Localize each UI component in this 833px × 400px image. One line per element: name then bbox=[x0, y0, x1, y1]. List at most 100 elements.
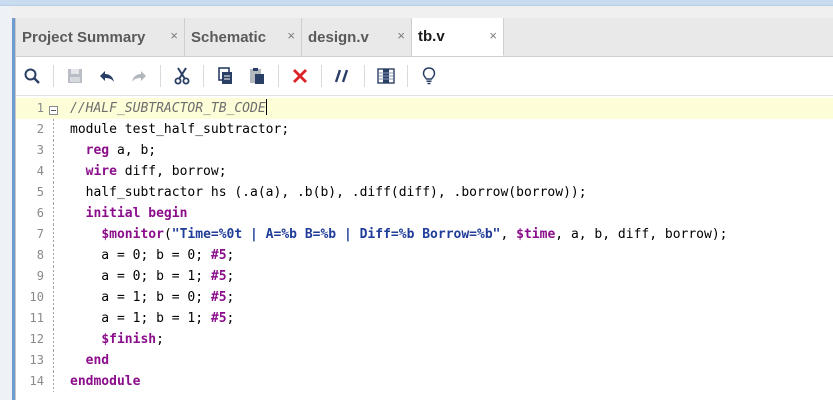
line-number: 10 bbox=[29, 290, 44, 304]
save-icon bbox=[68, 69, 82, 83]
tab-label: Project Summary bbox=[22, 28, 146, 46]
fold-guide bbox=[49, 350, 58, 371]
text-cursor bbox=[265, 99, 267, 115]
tab-schematic[interactable]: Schematic × bbox=[185, 18, 302, 56]
fold-guide bbox=[49, 203, 58, 224]
code-line[interactable]: 13 end bbox=[16, 350, 833, 371]
code-token: #5 bbox=[210, 269, 227, 284]
tab-tb-v[interactable]: tb.v × bbox=[412, 18, 504, 56]
line-number: 9 bbox=[36, 269, 44, 283]
fold-guide bbox=[49, 224, 58, 245]
toggle-comment-button[interactable] bbox=[330, 63, 356, 89]
code-text: $finish; bbox=[70, 329, 164, 350]
delete-button[interactable] bbox=[287, 63, 313, 89]
fold-guide bbox=[49, 266, 58, 287]
line-number: 2 bbox=[36, 122, 44, 136]
code-token: #5 bbox=[210, 311, 227, 326]
tab-design-v[interactable]: design.v × bbox=[302, 18, 412, 56]
fold-toggle-icon[interactable] bbox=[49, 102, 58, 115]
tab-label: Schematic bbox=[191, 28, 267, 46]
code-line[interactable]: 14 endmodule bbox=[16, 371, 833, 392]
code-token: end bbox=[85, 353, 110, 368]
comment-toggle-icon bbox=[334, 69, 349, 83]
line-number: 11 bbox=[29, 311, 44, 325]
line-number: 13 bbox=[29, 353, 44, 367]
copy-icon bbox=[218, 67, 232, 84]
code-token: endmodule bbox=[70, 374, 141, 389]
code-token: a, b; bbox=[109, 143, 157, 158]
tab-label: tb.v bbox=[418, 28, 445, 45]
close-icon[interactable]: × bbox=[397, 28, 405, 43]
code-line[interactable]: 9 a = 0; b = 1; #5; bbox=[16, 266, 833, 287]
code-text: //HALF_SUBTRACTOR_TB_CODE bbox=[70, 98, 267, 119]
code-token: , bbox=[500, 227, 517, 242]
code-line[interactable]: 5 half_subtractor hs (.a(a), .b(b), .dif… bbox=[16, 182, 833, 203]
line-number: 4 bbox=[36, 164, 44, 178]
line-number: 1 bbox=[36, 101, 44, 115]
code-token: $finish bbox=[101, 332, 157, 347]
code-token: ; bbox=[226, 311, 235, 326]
search-button[interactable] bbox=[19, 63, 45, 89]
code-line[interactable]: 6 initial begin bbox=[16, 203, 833, 224]
undo-button[interactable] bbox=[94, 63, 120, 89]
code-line[interactable]: 10 a = 1; b = 0; #5; bbox=[16, 287, 833, 308]
left-panel-rail bbox=[0, 6, 12, 400]
code-token: $monitor bbox=[101, 227, 164, 242]
paste-icon bbox=[250, 68, 264, 84]
toolbar-separator bbox=[160, 65, 161, 87]
code-line[interactable]: 4 wire diff, borrow; bbox=[16, 161, 833, 182]
code-line[interactable]: 2 module test_half_subtractor; bbox=[16, 119, 833, 140]
toolbar-separator bbox=[407, 65, 408, 87]
fold-guide bbox=[49, 119, 58, 140]
code-line[interactable]: 1 //HALF_SUBTRACTOR_TB_CODE bbox=[16, 98, 833, 119]
toolbar-separator bbox=[278, 65, 279, 87]
tab-bar: Project Summary × Schematic × design.v ×… bbox=[16, 18, 833, 57]
code-token: "Time=%0t | A=%b B=%b | Diff=%b Borrow=%… bbox=[171, 227, 501, 242]
editor-toolbar bbox=[16, 57, 833, 96]
fold-guide bbox=[49, 329, 58, 350]
code-token: $time bbox=[516, 227, 556, 242]
code-text: module test_half_subtractor; bbox=[70, 119, 289, 140]
code-token: module test_half_subtractor; bbox=[70, 122, 290, 137]
cut-button[interactable] bbox=[169, 63, 195, 89]
redo-button[interactable] bbox=[126, 63, 152, 89]
code-token: //HALF_SUBTRACTOR_TB_CODE bbox=[70, 101, 266, 116]
code-token: initial begin bbox=[85, 206, 188, 221]
code-token: #5 bbox=[210, 248, 227, 263]
code-text: a = 0; b = 1; #5; bbox=[70, 266, 234, 287]
copy-button[interactable] bbox=[212, 63, 238, 89]
cut-icon bbox=[174, 67, 190, 85]
save-button[interactable] bbox=[62, 63, 88, 89]
close-icon[interactable]: × bbox=[489, 28, 497, 43]
fold-guide bbox=[49, 371, 58, 392]
delete-icon bbox=[293, 69, 307, 83]
paste-button[interactable] bbox=[244, 63, 270, 89]
fold-guide bbox=[49, 287, 58, 308]
code-line[interactable]: 3 reg a, b; bbox=[16, 140, 833, 161]
code-text: endmodule bbox=[70, 371, 140, 392]
code-line[interactable]: 8 a = 0; b = 0; #5; bbox=[16, 245, 833, 266]
code-line[interactable]: 7 $monitor("Time=%0t | A=%b B=%b | Diff=… bbox=[16, 224, 833, 245]
code-line[interactable]: 11 a = 1; b = 1; #5; bbox=[16, 308, 833, 329]
toolbar-separator bbox=[203, 65, 204, 87]
quick-assist-button[interactable] bbox=[416, 63, 442, 89]
code-editor[interactable]: 1 //HALF_SUBTRACTOR_TB_CODE 2 module test_h… bbox=[16, 96, 833, 400]
line-number: 3 bbox=[36, 143, 44, 157]
tab-project-summary[interactable]: Project Summary × bbox=[16, 18, 185, 56]
code-line[interactable]: 12 $finish; bbox=[16, 329, 833, 350]
code-text: end bbox=[70, 350, 109, 371]
code-token: a = 1; b = 0; bbox=[70, 290, 211, 305]
close-icon[interactable]: × bbox=[287, 28, 295, 43]
toolbar-separator bbox=[364, 65, 365, 87]
fold-guide bbox=[49, 182, 58, 203]
fold-guide bbox=[49, 308, 58, 329]
close-icon[interactable]: × bbox=[170, 28, 178, 43]
column-block-button[interactable] bbox=[373, 63, 399, 89]
tab-label: design.v bbox=[308, 28, 369, 46]
line-number: 6 bbox=[36, 206, 44, 220]
